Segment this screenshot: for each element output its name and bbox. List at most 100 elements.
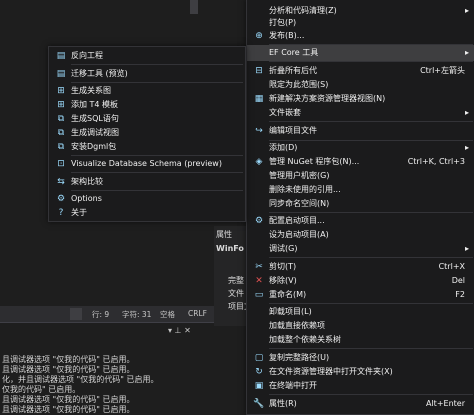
menu-item-ef-core-tools[interactable]: EF Core 工具 ▸ bbox=[247, 45, 474, 61]
submenu-item-install-dgml[interactable]: ⧉ 安装Dgml包 bbox=[49, 139, 245, 155]
menu-item-publish[interactable]: ⊕ 发布(B)... bbox=[247, 28, 474, 44]
menu-item-label: 添加(D) bbox=[269, 143, 298, 152]
menu-item-label: Options bbox=[71, 194, 102, 203]
line-number: 行: 9 bbox=[92, 310, 110, 319]
gear-icon: ⚙ bbox=[254, 216, 264, 226]
open-folder-icon: ↻ bbox=[255, 367, 263, 377]
menu-item-label: 架构比较 bbox=[71, 177, 103, 186]
chevron-right-icon: ▸ bbox=[464, 143, 469, 152]
space-indicator[interactable]: 空格 bbox=[160, 309, 175, 320]
menu-item-label: 发布(B)... bbox=[269, 31, 305, 40]
menu-item-label: 重命名(M) bbox=[269, 290, 307, 299]
menu-item-label: 卸载项目(L) bbox=[269, 307, 312, 316]
publish-icon: ⊕ bbox=[255, 31, 263, 41]
properties-title: 属性 bbox=[216, 230, 232, 239]
menu-separator bbox=[269, 61, 473, 62]
menu-item-label: 管理用户机密(G) bbox=[269, 171, 330, 180]
menu-item-sync-namespaces[interactable]: 同步命名空间(N) bbox=[247, 196, 474, 212]
menu-item-label: 加载整个依赖关系树 bbox=[269, 335, 341, 344]
chevron-right-icon: ▸ bbox=[464, 244, 469, 253]
menu-item-label: 新建解决方案资源管理器视图(N) bbox=[269, 94, 386, 103]
chevron-right-icon: ▸ bbox=[464, 48, 469, 57]
menu-item-label: 管理 NuGet 程序包(N)... bbox=[269, 157, 360, 166]
menu-item-label: 删除未使用的引用... bbox=[269, 185, 341, 194]
menu-item-label: 同步命名空间(N) bbox=[269, 199, 330, 208]
wrench-icon: 🔧 bbox=[253, 399, 265, 409]
migration-icon: ▤ bbox=[56, 69, 66, 79]
menu-separator bbox=[269, 257, 473, 258]
close-icon: ✕ bbox=[255, 276, 263, 286]
menu-item-label: 生成调试视图 bbox=[71, 128, 119, 137]
menu-item-shortcut: Del bbox=[451, 276, 465, 285]
menu-item-label: 剪切(T) bbox=[269, 262, 297, 271]
terminal-icon: ▣ bbox=[254, 381, 264, 391]
output-line: 且调试器选项 "仅我的代码" 已启用。 bbox=[2, 405, 135, 414]
copy-icon: ▢ bbox=[254, 353, 264, 363]
menu-item-label: 安装Dgml包 bbox=[71, 142, 117, 151]
properties-label: 文件 bbox=[228, 289, 244, 298]
menu-item-label: 移除(V) bbox=[269, 276, 297, 285]
debug-view-icon: ⧉ bbox=[57, 128, 65, 138]
template-icon: ⊞ bbox=[57, 100, 65, 110]
submenu-item-visualize-schema[interactable]: ⊡ Visualize Database Schema (preview) bbox=[49, 156, 245, 172]
menu-item-label: 在文件资源管理器中打开文件夹(X) bbox=[269, 367, 393, 376]
menu-item-shortcut: Ctrl+K, Ctrl+3 bbox=[407, 157, 465, 166]
menu-item-label: 设为启动项目(A) bbox=[269, 230, 329, 239]
new-view-icon: ▦ bbox=[254, 94, 264, 104]
menu-item-label: 关于 bbox=[71, 208, 87, 217]
menu-separator bbox=[71, 172, 243, 173]
schema-icon: ⊡ bbox=[57, 159, 65, 169]
submenu-item-migration-tool[interactable]: ▤ 迁移工具 (预览) bbox=[49, 66, 245, 82]
menu-separator bbox=[269, 348, 473, 349]
nuget-icon: ◈ bbox=[255, 157, 263, 167]
menu-item-label: 生成SQL语句 bbox=[71, 114, 119, 123]
menu-item-rename[interactable]: ▭ 重命名(M) F2 bbox=[247, 287, 474, 303]
collapse-icon: ⊟ bbox=[255, 66, 263, 76]
menu-item-debug[interactable]: 调试(G) ▸ bbox=[247, 241, 474, 257]
submenu-item-reverse-engineer[interactable]: ▤ 反向工程 bbox=[49, 48, 245, 64]
menu-item-label: 调试(G) bbox=[269, 244, 298, 253]
menu-separator bbox=[269, 121, 473, 122]
menu-item-shortcut: F2 bbox=[455, 290, 465, 299]
help-icon: ? bbox=[58, 208, 64, 218]
menu-item-label: 文件嵌套 bbox=[269, 108, 301, 117]
menu-item-label: 反向工程 bbox=[71, 51, 103, 60]
char-number: 字符: 31 bbox=[122, 310, 152, 319]
menu-item-label: 属性(R) bbox=[269, 399, 297, 408]
menu-item-label: 复制完整路径(U) bbox=[269, 353, 330, 362]
submenu-item-schema-compare[interactable]: ⇆ 架构比较 bbox=[49, 174, 245, 190]
menu-item-shortcut: Ctrl+左箭头 bbox=[420, 66, 465, 75]
compare-icon: ⇆ bbox=[57, 177, 65, 187]
sql-icon: ⧉ bbox=[57, 114, 65, 124]
menu-item-label: 在终端中打开 bbox=[269, 381, 317, 390]
menu-item-label: 编辑项目文件 bbox=[269, 126, 317, 135]
scroll-arrow-icon[interactable] bbox=[70, 308, 82, 320]
rename-icon: ▭ bbox=[254, 290, 264, 300]
menu-item-properties[interactable]: 🔧 属性(R) Alt+Enter bbox=[247, 396, 474, 412]
menu-item-load-dep-tree[interactable]: 加载整个依赖关系树 bbox=[247, 332, 474, 348]
menu-item-label: 生成关系图 bbox=[71, 86, 111, 95]
submenu-item-about[interactable]: ? 关于 bbox=[49, 205, 245, 221]
menu-item-edit-project-file[interactable]: ↪ 编辑项目文件 bbox=[247, 123, 474, 139]
menu-item-shortcut: Alt+Enter bbox=[425, 399, 465, 408]
menu-separator bbox=[269, 394, 473, 395]
diagram-icon: ⊞ bbox=[57, 86, 65, 96]
package-icon: ⧉ bbox=[57, 142, 65, 152]
menu-item-open-in-terminal[interactable]: ▣ 在终端中打开 bbox=[247, 378, 474, 394]
panel-controls-icon[interactable]: ▾ ⊥ ✕ bbox=[168, 326, 191, 335]
menu-item-label: 加载直接依赖项 bbox=[269, 321, 325, 330]
properties-label: 完整 bbox=[228, 276, 244, 285]
menu-item-label: 迁移工具 (预览) bbox=[71, 69, 128, 78]
editor-scrollbar[interactable] bbox=[190, 0, 198, 14]
database-icon: ▤ bbox=[56, 51, 66, 61]
menu-item-label: Visualize Database Schema (preview) bbox=[71, 159, 222, 168]
eol-indicator[interactable]: CRLF bbox=[188, 309, 207, 318]
menu-separator bbox=[71, 64, 243, 65]
ef-core-tools-submenu: ▤ 反向工程 ▤ 迁移工具 (预览) ⊞ 生成关系图 ⊞ 添加 T4 模板 ⧉ 生成SQL… bbox=[48, 46, 246, 222]
menu-item-label: 折叠所有后代 bbox=[269, 66, 317, 75]
chevron-right-icon: ▸ bbox=[464, 108, 469, 117]
menu-item-shortcut: Ctrl+X bbox=[438, 262, 465, 271]
output-panel: 且调试器选项 "仅我的代码" 已启用。 且调试器选项 "仅我的代码" 已启用。 … bbox=[0, 322, 244, 414]
menu-item-file-nesting[interactable]: 文件嵌套 ▸ bbox=[247, 105, 474, 121]
menu-item-label: 限定为此范围(S) bbox=[269, 80, 329, 89]
